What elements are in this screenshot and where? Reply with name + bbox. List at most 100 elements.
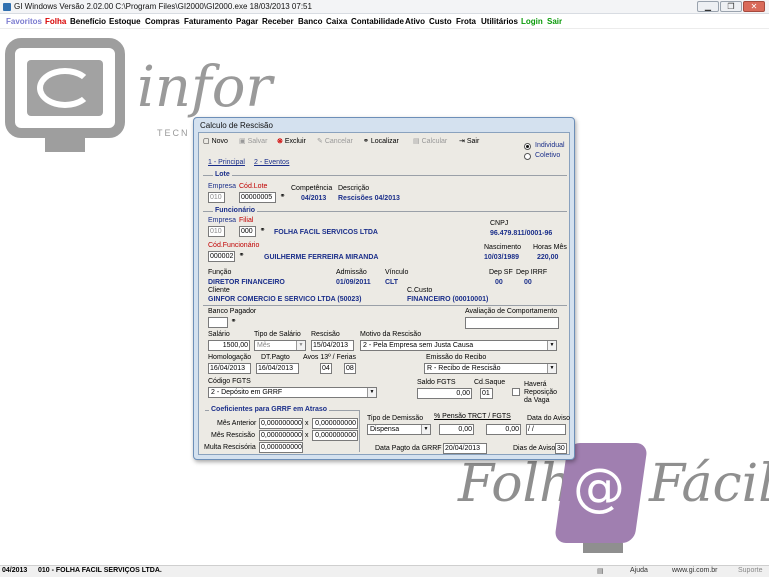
sair-button[interactable]: ⇥ Sair (459, 136, 479, 147)
calcular-label: Calcular (421, 138, 448, 145)
menu-compras[interactable]: Compras (145, 17, 180, 26)
lote-divider (203, 175, 567, 176)
novo-button[interactable]: ▢ Novo (203, 136, 228, 147)
cd-saque-label: Cd.Saque (474, 379, 506, 386)
lote-search-icon[interactable]: ⚭ (278, 193, 287, 201)
func-empresa-field[interactable]: 010 (208, 226, 225, 237)
restore-button[interactable]: ❐ (720, 1, 742, 12)
menu-estoque[interactable]: Estoque (109, 17, 141, 26)
novo-label: Novo (211, 138, 228, 145)
cod-fgts-select[interactable]: 2 - Depósito em GRRF ▼ (208, 387, 377, 398)
funcao-value: DIRETOR FINANCEIRO (208, 279, 285, 286)
filial-nome-value: FOLHA FACIL SERVICOS LTDA (274, 229, 378, 236)
rescisao-date-field[interactable]: 15/04/2013 (311, 340, 354, 351)
help-icon[interactable]: ▤ (597, 567, 604, 575)
avos-ferias-field[interactable]: 08 (344, 363, 356, 374)
chevron-down-icon: ▼ (367, 388, 376, 397)
descricao-label: Descrição (338, 185, 370, 192)
data-aviso-label: Data do Aviso (527, 415, 571, 422)
motivo-select[interactable]: 2 - Pela Empresa sem Justa Causa ▼ (360, 340, 557, 351)
minimize-button[interactable]: ▁ (697, 1, 719, 12)
menu-caixa[interactable]: Caixa (326, 17, 347, 26)
site-link[interactable]: www.gi.com.br (672, 567, 718, 574)
tipo-salario-select[interactable]: Mês ▼ (254, 340, 306, 351)
tipo-demissao-select[interactable]: Dispensa ▼ (367, 424, 431, 435)
cancelar-button[interactable]: ✎ Cancelar (317, 136, 353, 147)
x-sign-2: x (305, 432, 309, 439)
coletivo-radio[interactable] (524, 153, 531, 160)
banco-pagador-field[interactable] (208, 317, 228, 328)
close-button[interactable]: ✕ (743, 1, 765, 12)
pensao-fgts-field[interactable]: 0,00 (486, 424, 521, 435)
menu-sair[interactable]: Sair (547, 17, 562, 26)
menu-login[interactable]: Login (521, 17, 543, 26)
ccusto-value: FINANCEIRO (00010001) (407, 296, 489, 303)
filial-search-icon[interactable]: ⚭ (258, 227, 267, 235)
pensao-trct-field[interactable]: 0,00 (439, 424, 474, 435)
filial-field[interactable]: 000 (239, 226, 256, 237)
menu-custo[interactable]: Custo (429, 17, 452, 26)
mes-anterior-b-field[interactable]: 0,000000000 (312, 418, 358, 429)
mes-anterior-field[interactable]: 0,000000000 (259, 418, 303, 429)
suporte-link[interactable]: Suporte (738, 567, 763, 574)
sair-label: Sair (466, 138, 480, 145)
coletivo-label: Coletivo (535, 152, 561, 159)
folha-at-symbol: @ (573, 458, 625, 518)
calcular-button[interactable]: ▤ Calcular (413, 136, 447, 147)
salvar-button[interactable]: ▣ Salvar (239, 136, 267, 147)
homologacao-field[interactable]: 16/04/2013 (208, 363, 251, 374)
avaliacao-field[interactable] (465, 317, 559, 329)
dt-pagto-field[interactable]: 16/04/2013 (256, 363, 299, 374)
localizar-button[interactable]: ⚭ Localizar (363, 136, 399, 147)
reposicao-checkbox[interactable] (512, 388, 520, 396)
lote-empresa-field[interactable]: 010 (208, 192, 225, 203)
cd-saque-field[interactable]: 01 (480, 388, 493, 399)
menu-contabilidade[interactable]: Contabilidade (351, 17, 404, 26)
window-titlebar: GI Windows Versão 2.02.00 C:\Program Fil… (0, 0, 769, 14)
menu-folha[interactable]: Folha (45, 17, 66, 26)
menu-beneficio[interactable]: Benefício (70, 17, 106, 26)
cod-lote-label: Cód.Lote (239, 183, 268, 190)
menu-ativo[interactable]: Ativo (405, 17, 425, 26)
rescisao-dialog: Calculo de Rescisão ▢ Novo ▣ Salvar ⊗ Ex… (193, 117, 575, 460)
mes-rescisao-field[interactable]: 0,000000000 (259, 430, 303, 441)
multa-field[interactable]: 0,000000000 (259, 442, 303, 453)
menu-utilitarios[interactable]: Utilitários (481, 17, 518, 26)
excluir-button[interactable]: ⊗ Excluir (277, 136, 306, 147)
filial-label: Filial (239, 217, 254, 224)
avaliacao-label: Avaliação de Comportamento (465, 308, 558, 315)
tab-eventos[interactable]: 2 - Eventos (254, 159, 289, 166)
saldo-fgts-field[interactable]: 0,00 (417, 388, 472, 399)
folha-monitor-stand (583, 543, 623, 553)
data-aviso-field[interactable]: / / (526, 424, 566, 435)
pagto-grrf-field[interactable]: 20/04/2013 (443, 443, 487, 454)
funcionario-search-icon[interactable]: ⚭ (237, 252, 246, 260)
individual-radio[interactable] (524, 143, 531, 150)
banco-search-icon[interactable]: ⚭ (229, 318, 238, 326)
dt-pagto-label: DT.Pagto (261, 354, 290, 361)
ginfor-g-letter (37, 68, 93, 108)
dias-aviso-field[interactable]: 30 (555, 443, 567, 454)
folha-wordmark: Folh (458, 454, 573, 514)
cod-lote-field[interactable]: 00000005 (239, 192, 276, 203)
emissao-label: Emissão do Recibo (426, 354, 487, 361)
mes-rescisao-b-field[interactable]: 0,000000000 (312, 430, 358, 441)
menu-faturamento[interactable]: Faturamento (184, 17, 232, 26)
avos-13-field[interactable]: 04 (320, 363, 332, 374)
individual-label: Individual (535, 142, 565, 149)
app-icon (3, 3, 11, 11)
menu-frota[interactable]: Frota (456, 17, 476, 26)
tab-principal[interactable]: 1 - Principal (208, 159, 245, 166)
salario-field[interactable]: 1500,00 (208, 340, 250, 351)
menu-favoritos[interactable]: Favoritos (6, 17, 42, 26)
menu-banco[interactable]: Banco (298, 17, 322, 26)
saldo-fgts-label: Saldo FGTS (417, 379, 456, 386)
cnpj-label: CNPJ (490, 220, 509, 227)
multa-label: Multa Rescisória (204, 444, 256, 451)
ginfor-wordmark: infor (137, 55, 273, 120)
emissao-select[interactable]: R - Recibo de Rescisão ▼ (424, 363, 557, 374)
menu-receber[interactable]: Receber (262, 17, 294, 26)
cod-funcionario-field[interactable]: 000002 (208, 251, 235, 262)
ajuda-link[interactable]: Ajuda (630, 567, 648, 574)
menu-pagar[interactable]: Pagar (236, 17, 258, 26)
